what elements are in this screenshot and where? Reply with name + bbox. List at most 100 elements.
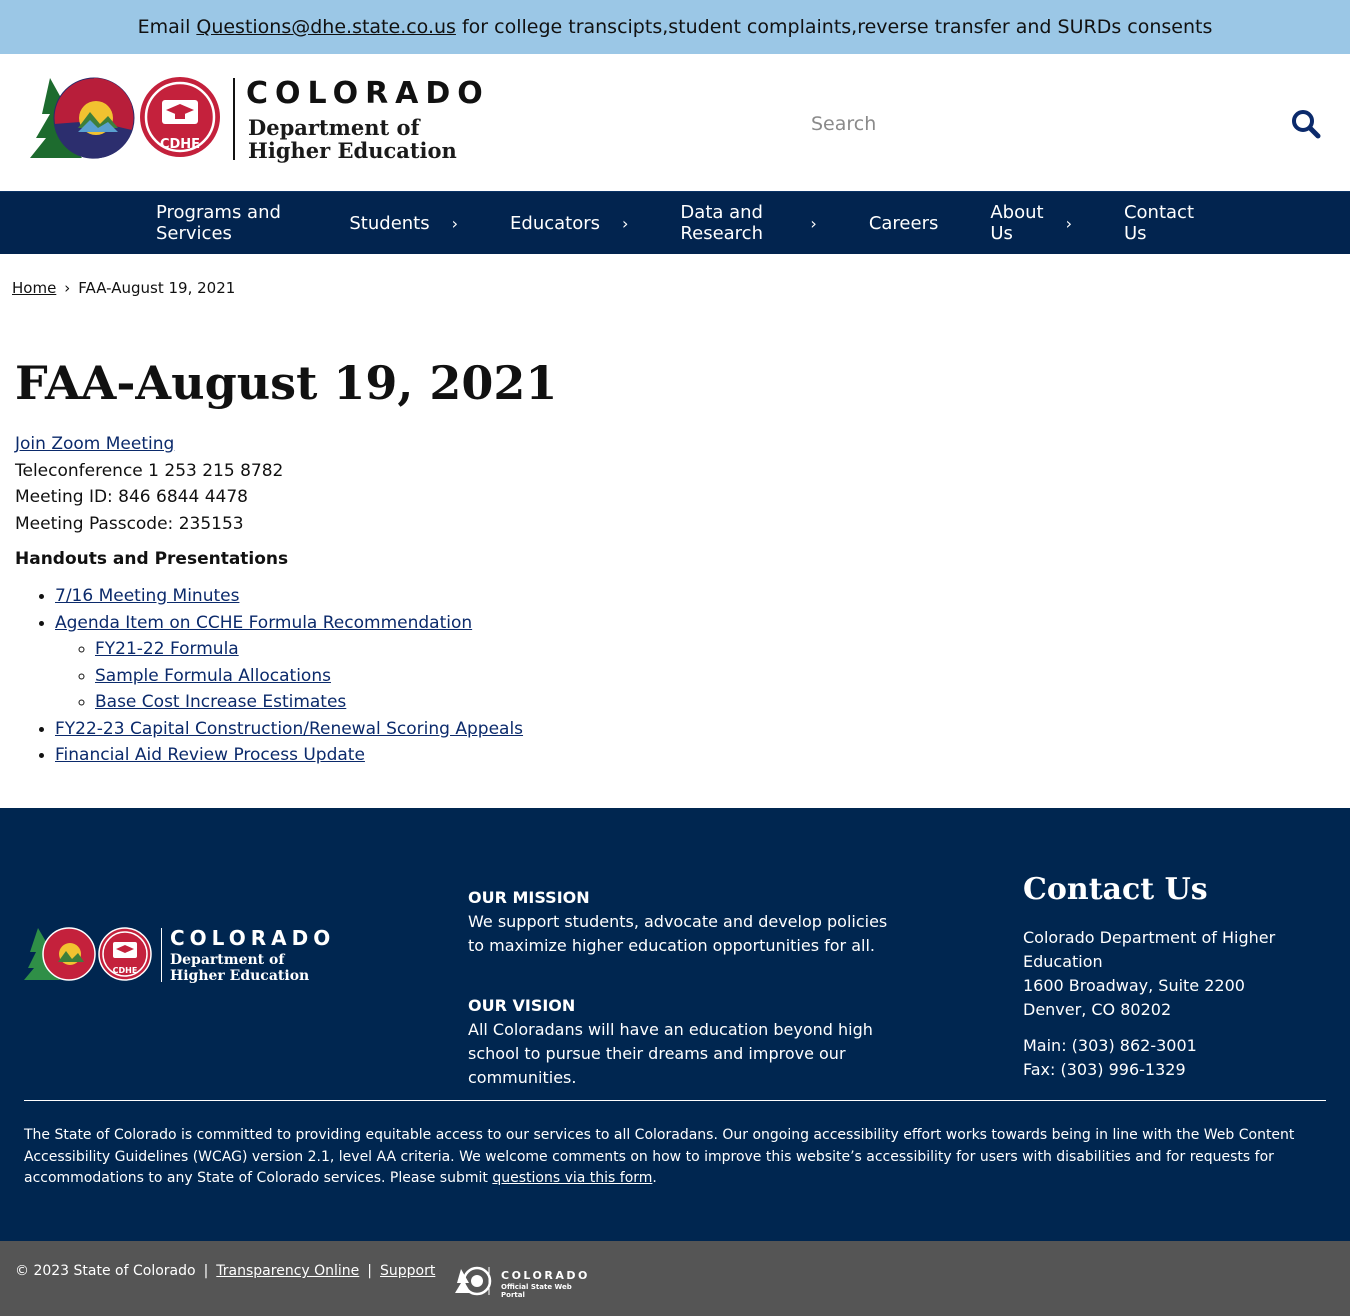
list-item: FY22-23 Capital Construction/Renewal Sco…: [55, 716, 1115, 743]
support-link[interactable]: Support: [380, 1263, 435, 1279]
transparency-link[interactable]: Transparency Online: [216, 1263, 359, 1279]
footer-logo[interactable]: CDHE COLORADO Department of Higher Educa…: [24, 926, 334, 990]
handout-link-sample-allocations[interactable]: Sample Formula Allocations: [95, 666, 331, 686]
bottom-separator: |: [203, 1263, 209, 1279]
handout-link-capital-construction[interactable]: FY22-23 Capital Construction/Renewal Sco…: [55, 719, 523, 739]
accessibility-text: The State of Colorado is committed to pr…: [24, 1127, 1295, 1186]
contact-street: 1600 Broadway, Suite 2200: [1023, 976, 1245, 995]
footer-logo-badge-text: CDHE: [113, 966, 138, 975]
alert-email-link[interactable]: Questions@dhe.state.co.us: [196, 16, 456, 38]
footer-logo-subtitle-line1: Department of: [170, 952, 285, 968]
nav-item-programs-and-services[interactable]: Programs and Services: [130, 192, 323, 254]
nav-item-data-and-research[interactable]: Data and Research ›: [654, 192, 842, 254]
mission-heading: OUR MISSION: [468, 888, 590, 907]
nav-item-label: Careers: [868, 212, 939, 234]
footer-emblem-icon: CDHE: [24, 927, 152, 981]
bottom-links: © 2023 State of Colorado | Transparency …: [15, 1263, 435, 1279]
page-title: FAA-August 19, 2021: [15, 356, 558, 410]
nav-item-contact-us[interactable]: Contact Us: [1098, 192, 1220, 254]
contact-org: Colorado Department of Higher Education: [1023, 928, 1276, 971]
teleconference-text: Teleconference 1 253 215 8782: [15, 460, 284, 481]
nav-item-educators[interactable]: Educators ›: [484, 192, 654, 254]
list-item: FY21-22 Formula: [95, 636, 1115, 663]
handout-link-financial-aid[interactable]: Financial Aid Review Process Update: [55, 745, 365, 765]
list-item: Base Cost Increase Estimates: [95, 689, 1115, 716]
contact-main-phone[interactable]: Main: (303) 862-3001: [1023, 1034, 1343, 1058]
handout-link-formula[interactable]: FY21-22 Formula: [95, 639, 239, 659]
contact-fax: Fax: (303) 996-1329: [1023, 1060, 1186, 1079]
handout-link-agenda-item[interactable]: Agenda Item on CCHE Formula Recommendati…: [55, 613, 472, 633]
nav-item-careers[interactable]: Careers: [843, 192, 965, 254]
vision-block: OUR VISION All Coloradans will have an e…: [468, 994, 898, 1090]
logo-title: COLORADO: [246, 76, 490, 111]
handouts-sublist: FY21-22 Formula Sample Formula Allocatio…: [95, 636, 1115, 716]
search-button[interactable]: [1290, 108, 1322, 140]
search-input[interactable]: [800, 102, 1270, 146]
state-portal-emblem-icon: [455, 1266, 492, 1296]
chevron-right-icon[interactable]: ›: [810, 214, 816, 233]
colorado-cdhe-emblem-icon: CDHE: [30, 77, 220, 159]
main-navigation: Programs and Services Students › Educators ›…: [0, 191, 1350, 254]
handout-link-base-cost[interactable]: Base Cost Increase Estimates: [95, 692, 346, 712]
nav-item-label: Programs and Services: [156, 202, 281, 244]
meeting-info: Join Zoom Meeting Teleconference 1 253 2…: [15, 431, 1115, 537]
site-footer: CDHE COLORADO Department of Higher Educa…: [0, 808, 1350, 1241]
nav-item-label: Data and Research: [680, 202, 763, 244]
logo-subtitle-line1: Department of: [248, 115, 420, 140]
breadcrumb-separator: ›: [64, 279, 71, 297]
footer-logo-title: COLORADO: [170, 926, 336, 950]
nav-item-label: Students: [349, 212, 430, 234]
contact-city: Denver, CO 80202: [1023, 1000, 1172, 1019]
contact-phones: Main: (303) 862-3001 Fax: (303) 996-1329: [1023, 1034, 1343, 1082]
list-item: Agenda Item on CCHE Formula Recommendati…: [55, 610, 1115, 716]
meeting-id-text: Meeting ID: 846 6844 4478: [15, 487, 248, 507]
state-portal-logo[interactable]: COLORADO Official State Web Portal: [455, 1265, 595, 1299]
chevron-right-icon[interactable]: ›: [1066, 214, 1072, 233]
breadcrumb-current: FAA-August 19, 2021: [78, 279, 236, 297]
alert-suffix: for college transcipts,student complaint…: [461, 16, 1213, 38]
handout-link-meeting-minutes[interactable]: 7/16 Meeting Minutes: [55, 586, 239, 606]
handouts-heading: Handouts and Presentations: [15, 549, 289, 569]
vision-heading: OUR VISION: [468, 996, 576, 1015]
breadcrumb: Home › FAA-August 19, 2021: [12, 279, 235, 297]
contact-heading: Contact Us: [1023, 872, 1208, 907]
site-search: [800, 102, 1330, 146]
nav-menu: Programs and Services Students › Educators ›…: [130, 192, 1220, 254]
site-header: CDHE COLORADO Department of Higher Educa…: [0, 54, 1350, 191]
alert-prefix: Email: [137, 16, 191, 38]
vision-text: All Coloradans will have an education be…: [468, 1020, 873, 1087]
mission-block: OUR MISSION We support students, advocat…: [468, 886, 898, 958]
nav-item-label: Educators: [510, 212, 601, 234]
logo-badge-text: CDHE: [160, 137, 200, 152]
footer-contact: Contact Us Colorado Department of Higher…: [1023, 870, 1343, 1082]
mission-text: We support students, advocate and develo…: [468, 912, 888, 955]
accessibility-statement: The State of Colorado is committed to pr…: [24, 1125, 1324, 1190]
nav-item-about-us[interactable]: About Us ›: [964, 192, 1098, 254]
nav-item-students[interactable]: Students ›: [323, 192, 484, 254]
nav-item-label: Contact Us: [1123, 202, 1194, 244]
chevron-right-icon[interactable]: ›: [622, 214, 628, 233]
footer-logo-divider: [161, 928, 162, 982]
bottom-bar: © 2023 State of Colorado | Transparency …: [0, 1241, 1350, 1316]
breadcrumb-home[interactable]: Home: [12, 279, 56, 297]
chevron-right-icon[interactable]: ›: [452, 214, 458, 233]
list-item: Financial Aid Review Process Update: [55, 742, 1115, 769]
portal-title: COLORADO: [501, 1269, 590, 1282]
bottom-separator: |: [367, 1263, 373, 1279]
meeting-passcode-text: Meeting Passcode: 235153: [15, 513, 244, 534]
portal-subtitle: Official State Web Portal: [501, 1283, 572, 1299]
accessibility-end: .: [652, 1170, 657, 1186]
cdhe-logo[interactable]: CDHE COLORADO Department of Higher Educa…: [28, 76, 488, 171]
main-content: FAA-August 19, 2021 Join Zoom Meeting Te…: [15, 355, 1115, 769]
accessibility-form-link[interactable]: questions via this form: [492, 1170, 652, 1186]
footer-divider: [24, 1100, 1326, 1101]
search-icon: [1292, 110, 1321, 139]
logo-subtitle: Department of Higher Education: [248, 116, 457, 162]
alert-banner: Email Questions@dhe.state.co.us for coll…: [0, 0, 1350, 54]
list-item: 7/16 Meeting Minutes: [55, 583, 1115, 610]
copyright-text: © 2023 State of Colorado: [15, 1263, 196, 1279]
join-zoom-link[interactable]: Join Zoom Meeting: [15, 434, 174, 454]
logo-subtitle-line2: Higher Education: [248, 138, 457, 163]
handouts-list: 7/16 Meeting Minutes Agenda Item on CCHE…: [55, 583, 1115, 769]
logo-divider: [233, 78, 235, 160]
